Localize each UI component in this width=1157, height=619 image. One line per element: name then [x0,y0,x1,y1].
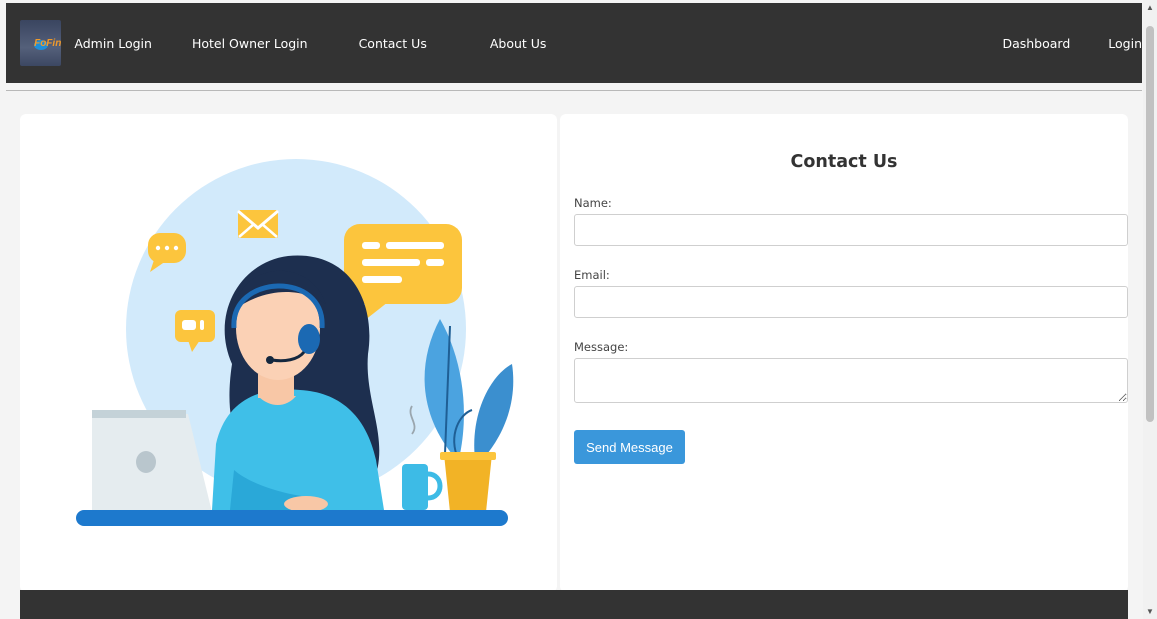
logo-text: FoFin [34,37,62,49]
send-message-button[interactable]: Send Message [574,430,685,464]
vertical-scrollbar[interactable]: ▲ ▼ [1143,0,1157,619]
top-navbar: FoFin Admin Login Hotel Owner Login Cont… [6,3,1142,83]
nav-hotel-owner-login[interactable]: Hotel Owner Login [192,36,308,51]
scroll-down-icon[interactable]: ▼ [1146,608,1154,616]
name-label: Name: [574,196,612,210]
email-input[interactable] [574,286,1128,318]
page-footer [20,590,1128,619]
message-textarea[interactable] [574,358,1128,403]
nav-contact-us[interactable]: Contact Us [359,36,427,51]
name-input[interactable] [574,214,1128,246]
message-label: Message: [574,340,629,354]
nav-login[interactable]: Login [1108,36,1142,51]
scroll-up-icon[interactable]: ▲ [1146,4,1154,12]
illustration-card [20,114,557,592]
email-label: Email: [574,268,610,282]
nav-about-us[interactable]: About Us [490,36,547,51]
site-logo[interactable]: FoFin [20,20,62,66]
scroll-thumb[interactable] [1146,26,1154,422]
header-divider [6,90,1142,91]
contact-form-card: Contact Us Name: Email: Message: Send Me… [560,114,1128,592]
form-title: Contact Us [790,152,898,172]
nav-dashboard[interactable]: Dashboard [1002,36,1070,51]
envelope-icon [237,209,279,238]
support-agent-illustration [76,159,514,526]
nav-admin-login[interactable]: Admin Login [74,36,152,51]
